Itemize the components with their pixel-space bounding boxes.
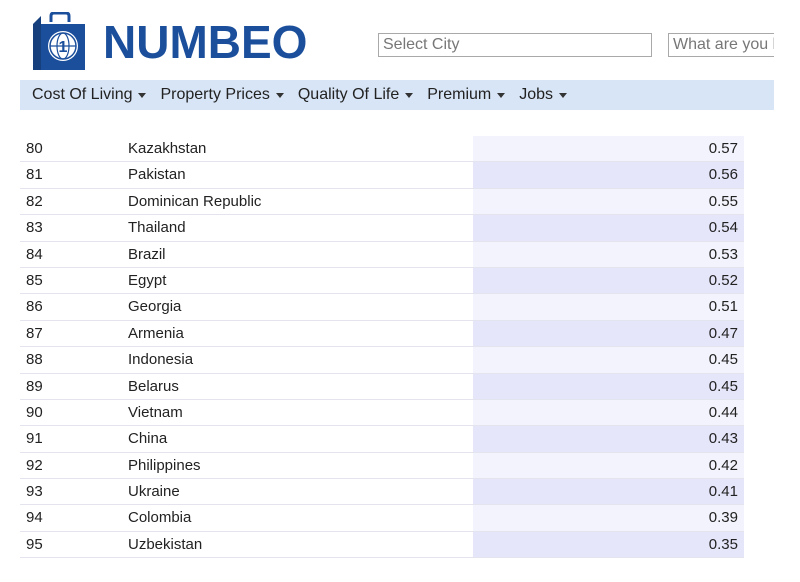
nav-item-label: Property Prices — [160, 86, 270, 103]
rank-cell: 80 — [26, 140, 43, 157]
rank-cell: 87 — [26, 324, 43, 342]
index-value-cell: 0.54 — [473, 215, 744, 241]
rank-cell: 81 — [26, 166, 43, 184]
country-link[interactable]: Thailand — [128, 215, 186, 241]
index-value-cell: 0.55 — [473, 188, 744, 215]
svg-text:1: 1 — [59, 39, 68, 56]
country-link[interactable]: Pakistan — [128, 162, 186, 188]
index-value-cell: 0.51 — [473, 294, 744, 320]
index-value-cell: 0.53 — [473, 241, 744, 267]
table-row: 93 Ukraine 0.41 — [20, 479, 744, 506]
country-link[interactable]: Ukraine — [128, 479, 180, 505]
index-value-cell: 0.45 — [473, 347, 744, 373]
rank-cell: 95 — [26, 535, 43, 553]
nav-jobs[interactable]: Jobs — [519, 86, 568, 104]
index-value-cell: 0.43 — [473, 426, 744, 452]
rank-cell: 82 — [26, 192, 43, 210]
nav-premium[interactable]: Premium — [427, 86, 506, 104]
logo-wordmark: NUMBEO — [103, 16, 308, 68]
rank-cell: 94 — [26, 509, 43, 527]
country-link[interactable]: Philippines — [128, 453, 201, 479]
country-link[interactable]: Kazakhstan — [128, 136, 206, 162]
nav-cost-of-living[interactable]: Cost Of Living — [32, 86, 147, 104]
rank-cell: 88 — [26, 351, 43, 369]
table-row: 84 Brazil 0.53 — [20, 241, 744, 268]
table-row: 88 Indonesia 0.45 — [20, 347, 744, 374]
country-link[interactable]: Uzbekistan — [128, 532, 202, 558]
table-row: 81 Pakistan 0.56 — [20, 162, 744, 189]
nav-quality-of-life[interactable]: Quality Of Life — [297, 86, 414, 104]
index-value-cell: 0.52 — [473, 267, 744, 294]
rank-cell: 84 — [26, 245, 43, 263]
country-link[interactable]: Dominican Republic — [128, 189, 261, 215]
rank-cell: 91 — [26, 430, 43, 448]
numbeo-bag-icon: 1 — [33, 12, 85, 70]
nav-item-label: Premium — [427, 86, 492, 103]
main-nav: Cost Of Living Property Prices Quality O… — [20, 80, 774, 110]
caret-down-icon — [138, 92, 147, 98]
nav-item-label: Jobs — [519, 86, 554, 103]
country-link[interactable]: Colombia — [128, 505, 191, 531]
rank-cell: 90 — [26, 403, 43, 421]
rank-cell: 86 — [26, 298, 43, 316]
table-row: 85 Egypt 0.52 — [20, 267, 744, 295]
country-link[interactable]: Georgia — [128, 294, 181, 320]
table-row: 83 Thailand 0.54 — [20, 215, 744, 242]
caret-down-icon — [275, 92, 284, 98]
index-value-cell: 0.39 — [473, 505, 744, 531]
index-value-cell: 0.41 — [473, 479, 744, 505]
index-value-cell: 0.56 — [473, 162, 744, 188]
rank-cell: 89 — [26, 377, 43, 395]
rank-cell: 83 — [26, 219, 43, 237]
index-value-cell: 0.35 — [473, 531, 744, 558]
country-link[interactable]: Brazil — [128, 242, 166, 268]
index-value-cell: 0.57 — [473, 136, 744, 162]
rank-cell: 85 — [26, 271, 43, 289]
table-row: 91 China 0.43 — [20, 426, 744, 453]
country-link[interactable]: Indonesia — [128, 347, 193, 373]
index-value-cell: 0.45 — [473, 373, 744, 399]
country-link[interactable]: Belarus — [128, 374, 179, 400]
table-row: 82 Dominican Republic 0.55 — [20, 188, 744, 216]
table-row: 87 Armenia 0.47 — [20, 320, 744, 348]
country-link[interactable]: Egypt — [128, 268, 166, 294]
select-city-input[interactable] — [378, 33, 652, 57]
rank-cell: 93 — [26, 483, 43, 501]
nav-item-label: Quality Of Life — [297, 86, 400, 103]
table-row: 95 Uzbekistan 0.35 — [20, 531, 744, 559]
caret-down-icon — [497, 92, 506, 98]
site-header: 1 NUMBEO — [0, 0, 800, 80]
country-link[interactable]: Vietnam — [128, 400, 183, 426]
search-what-container — [668, 30, 774, 62]
table-row: 89 Belarus 0.45 — [20, 373, 744, 400]
country-link[interactable]: China — [128, 426, 167, 452]
caret-down-icon — [405, 92, 414, 98]
numbeo-logo[interactable]: 1 NUMBEO — [27, 12, 307, 72]
country-link[interactable]: Armenia — [128, 321, 184, 347]
caret-down-icon — [559, 92, 568, 98]
rank-cell: 92 — [26, 456, 43, 474]
table-row: 92 Philippines 0.42 — [20, 452, 744, 480]
nav-item-label: Cost Of Living — [32, 86, 133, 103]
nav-property-prices[interactable]: Property Prices — [160, 86, 284, 104]
table-row: 80 Kazakhstan 0.57 — [20, 136, 744, 163]
table-row: 94 Colombia 0.39 — [20, 505, 744, 532]
table-row: 86 Georgia 0.51 — [20, 294, 744, 321]
search-what-input[interactable] — [668, 33, 774, 57]
table-row: 90 Vietnam 0.44 — [20, 399, 744, 427]
ranking-table: 80 Kazakhstan 0.57 81 Pakistan 0.56 82 Dominica… — [20, 136, 744, 559]
index-value-cell: 0.47 — [473, 320, 744, 347]
index-value-cell: 0.44 — [473, 399, 744, 426]
index-value-cell: 0.42 — [473, 452, 744, 479]
